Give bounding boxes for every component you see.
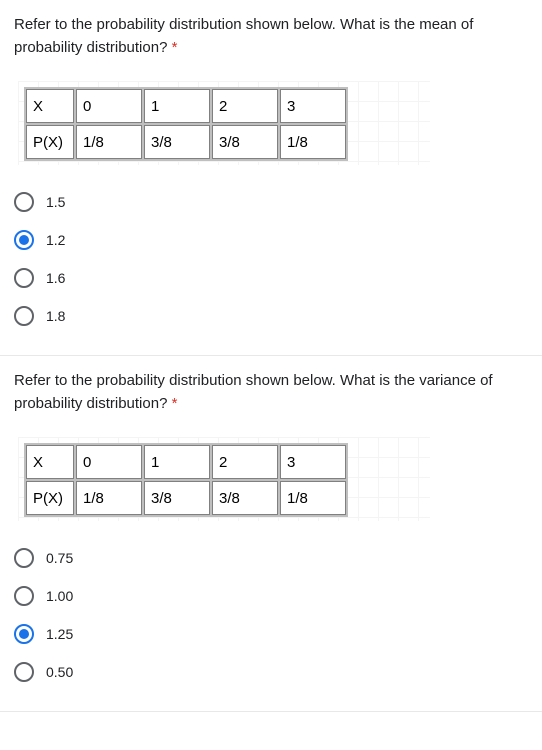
question-prompt: Refer to the probability distribution sh… (14, 372, 493, 412)
table-cell: 0 (76, 89, 142, 123)
option-label: 1.5 (46, 194, 65, 210)
table-row: X 0 1 2 3 (26, 89, 346, 123)
option-label: 1.00 (46, 588, 73, 604)
required-marker: * (172, 39, 178, 56)
option-label: 1.2 (46, 232, 65, 248)
table-cell: 3/8 (212, 125, 278, 159)
table-row: P(X) 1/8 3/8 3/8 1/8 (26, 125, 346, 159)
probability-table: X 0 1 2 3 P(X) 1/8 3/8 3/8 1/8 (24, 87, 348, 161)
table-cell: P(X) (26, 481, 74, 515)
table-cell: 1/8 (76, 125, 142, 159)
probability-table: X 0 1 2 3 P(X) 1/8 3/8 3/8 1/8 (24, 443, 348, 517)
table-cell: 2 (212, 445, 278, 479)
option-label: 0.75 (46, 550, 73, 566)
radio-option[interactable]: 0.75 (14, 539, 528, 577)
required-marker: * (172, 395, 178, 412)
radio-option[interactable]: 1.5 (14, 183, 528, 221)
table-cell: 1/8 (76, 481, 142, 515)
table-grid-background: X 0 1 2 3 P(X) 1/8 3/8 3/8 1/8 (18, 437, 430, 521)
radio-option[interactable]: 1.2 (14, 221, 528, 259)
radio-option[interactable]: 1.8 (14, 297, 528, 335)
table-grid-background: X 0 1 2 3 P(X) 1/8 3/8 3/8 1/8 (18, 81, 430, 165)
table-row: X 0 1 2 3 (26, 445, 346, 479)
table-cell: 1/8 (280, 481, 346, 515)
question-text: Refer to the probability distribution sh… (14, 370, 528, 415)
radio-option[interactable]: 0.50 (14, 653, 528, 691)
table-cell: 1/8 (280, 125, 346, 159)
radio-option[interactable]: 1.25 (14, 615, 528, 653)
table-cell: 3 (280, 89, 346, 123)
option-label: 1.25 (46, 626, 73, 642)
question-text: Refer to the probability distribution sh… (14, 14, 528, 59)
options-group: 1.5 1.2 1.6 1.8 (14, 183, 528, 335)
radio-icon (14, 192, 34, 212)
table-cell: 2 (212, 89, 278, 123)
table-cell: 3/8 (144, 481, 210, 515)
table-row: P(X) 1/8 3/8 3/8 1/8 (26, 481, 346, 515)
table-cell: 3/8 (144, 125, 210, 159)
question-block: Refer to the probability distribution sh… (0, 0, 542, 356)
radio-icon (14, 306, 34, 326)
option-label: 1.8 (46, 308, 65, 324)
radio-option[interactable]: 1.00 (14, 577, 528, 615)
table-cell: 3/8 (212, 481, 278, 515)
table-cell: 1 (144, 89, 210, 123)
option-label: 0.50 (46, 664, 73, 680)
table-cell: 1 (144, 445, 210, 479)
table-cell: X (26, 89, 74, 123)
options-group: 0.75 1.00 1.25 0.50 (14, 539, 528, 691)
question-block: Refer to the probability distribution sh… (0, 356, 542, 712)
radio-option[interactable]: 1.6 (14, 259, 528, 297)
radio-icon (14, 624, 34, 644)
question-prompt: Refer to the probability distribution sh… (14, 16, 473, 56)
table-cell: 0 (76, 445, 142, 479)
table-cell: X (26, 445, 74, 479)
table-cell: 3 (280, 445, 346, 479)
radio-icon (14, 548, 34, 568)
radio-icon (14, 268, 34, 288)
option-label: 1.6 (46, 270, 65, 286)
radio-icon (14, 230, 34, 250)
radio-icon (14, 586, 34, 606)
radio-icon (14, 662, 34, 682)
table-cell: P(X) (26, 125, 74, 159)
